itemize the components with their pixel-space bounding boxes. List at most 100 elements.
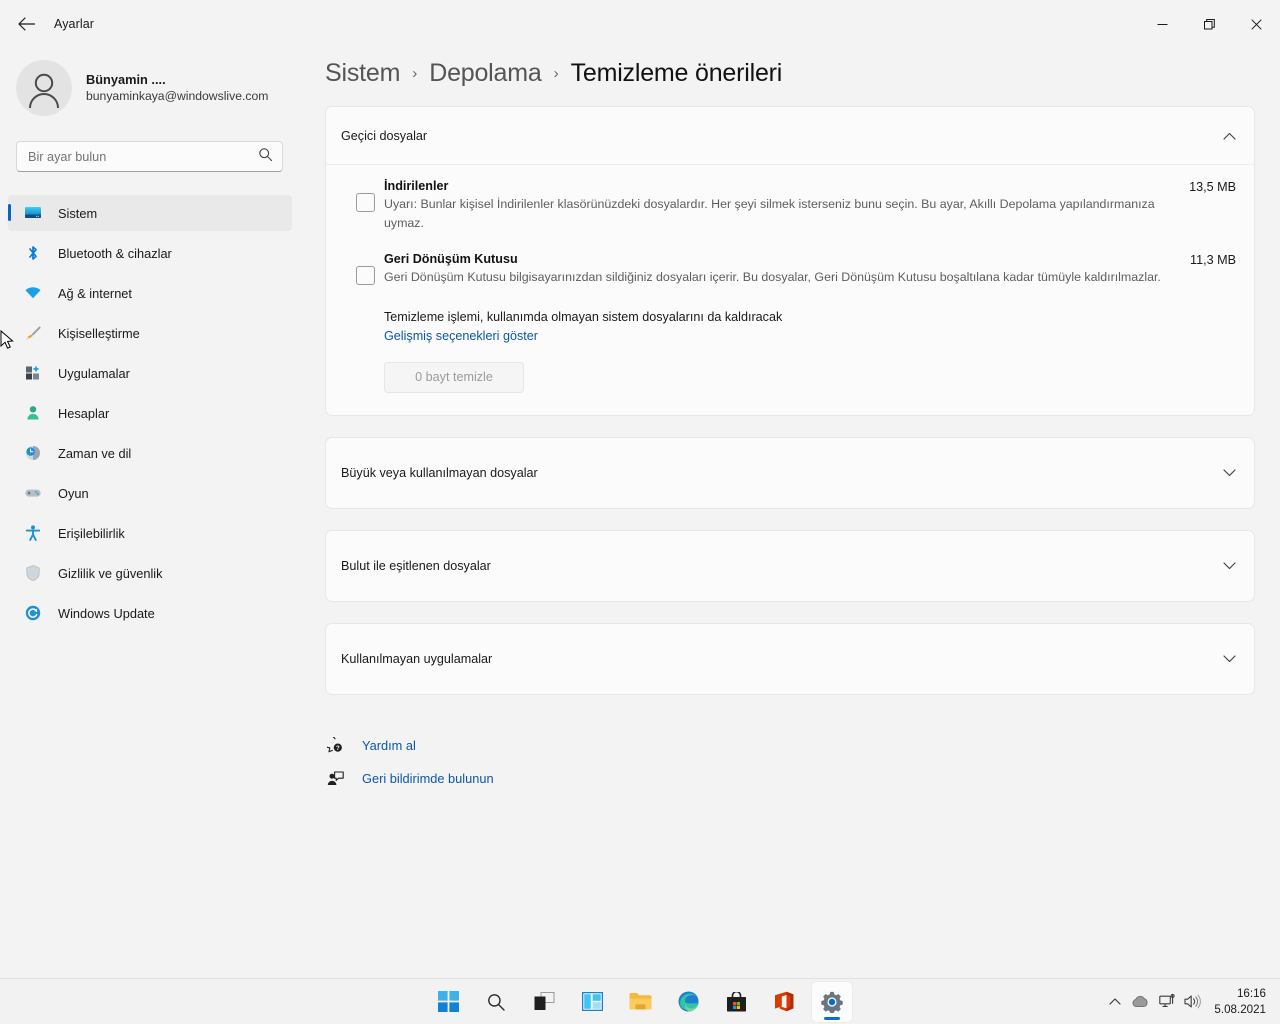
checkbox-indirilenler[interactable] — [356, 193, 375, 212]
settings-icon — [821, 991, 843, 1013]
unused-apps-card-header[interactable]: Kullanılmayan uygulamalar — [326, 624, 1254, 694]
sidebar-item-kisisellestirme[interactable]: Kişiselleştirme — [8, 315, 292, 351]
sidebar-item-bluetooth-cihazlar[interactable]: Bluetooth & cihazlar — [8, 235, 292, 271]
cleanup-item-name: İndirilenler — [384, 179, 449, 193]
main-content: Sistem › Depolama › Temizleme önerileri … — [300, 48, 1280, 978]
footer-link-label: Yardım al — [362, 737, 416, 753]
clock[interactable]: 16:16 5.08.2021 — [1214, 986, 1272, 1017]
large-unused-files-card-header[interactable]: Büyük veya kullanılmayan dosyalar — [326, 438, 1254, 508]
temp-files-card-header[interactable]: Geçici dosyalar — [326, 107, 1254, 164]
breadcrumb-item-depolama[interactable]: Depolama — [429, 59, 542, 88]
sidebar-item-label: Ağ & internet — [58, 285, 132, 301]
chevron-down-icon[interactable] — [1223, 561, 1236, 570]
sidebar-item-erisilebilirlik[interactable]: Erişilebilirlik — [8, 515, 292, 551]
sidebar-nav: Sistem Bluetooth & cihazlar Ağ & interne… — [0, 195, 300, 631]
close-icon — [1251, 18, 1262, 30]
file-explorer-icon — [629, 993, 651, 1010]
sidebar-item-windows-update[interactable]: Windows Update — [8, 595, 292, 631]
widgets-button[interactable] — [572, 982, 612, 1022]
sidebar-item-label: Gizlilik ve güvenlik — [58, 565, 163, 581]
cleanup-item-size: 11,3 MB — [1190, 252, 1236, 267]
accessibility-icon — [23, 523, 43, 543]
account-block[interactable]: Bünyamin .... bunyaminkaya@windowslive.c… — [0, 48, 300, 116]
sidebar-item-label: Uygulamalar — [58, 365, 130, 381]
sidebar-item-label: Sistem — [58, 205, 98, 221]
monitor-icon — [23, 203, 43, 223]
volume-icon — [1184, 994, 1202, 1009]
large-unused-files-card-title: Büyük veya kullanılmayan dosyalar — [341, 465, 538, 480]
search-area — [0, 116, 300, 172]
cleanup-note: Temizleme işlemi, kullanımda olmayan sis… — [384, 309, 783, 324]
sidebar-item-label: Zaman ve dil — [58, 445, 132, 461]
minimize-button[interactable] — [1139, 0, 1186, 48]
sidebar-item-zaman-ve-dil[interactable]: Zaman ve dil — [8, 435, 292, 471]
get-help-link[interactable]: ? Yardım al — [325, 729, 1280, 762]
onedrive-button[interactable] — [1128, 982, 1154, 1022]
gamepad-icon — [23, 483, 43, 503]
sidebar-item-hesaplar[interactable]: Hesaplar — [8, 395, 292, 431]
sidebar-item-label: Windows Update — [58, 605, 155, 621]
cleanup-item-size: 13,5 MB — [1189, 180, 1236, 194]
taskbar-search-button[interactable] — [476, 982, 516, 1022]
maximize-icon — [1204, 18, 1215, 29]
close-button[interactable] — [1233, 0, 1280, 48]
clock-date: 5.08.2021 — [1214, 1002, 1266, 1016]
onedrive-cloud-icon — [1132, 995, 1148, 1008]
sidebar-item-label: Kişiselleştirme — [58, 325, 140, 341]
maximize-button[interactable] — [1186, 0, 1233, 48]
page-title: Temizleme önerileri — [570, 59, 783, 87]
account-email: bunyaminkaya@windowslive.com — [86, 89, 269, 104]
bluetooth-icon — [23, 243, 43, 263]
network-button[interactable] — [1154, 982, 1180, 1022]
show-advanced-options-link[interactable]: Gelişmiş seçenekleri göster — [384, 329, 538, 343]
show-hidden-icons-icon — [1109, 998, 1122, 1005]
taskbar: 16:16 5.08.2021 — [0, 978, 1280, 1024]
chevron-up-icon[interactable] — [1223, 132, 1236, 140]
feedback-icon — [325, 770, 345, 787]
temp-files-card-title: Geçici dosyalar — [341, 128, 428, 143]
taskbar-icons — [428, 981, 852, 1022]
sidebar-item-oyun[interactable]: Oyun — [8, 475, 292, 511]
task-view-icon — [534, 992, 554, 1010]
cleanup-item-indirilenler: İndirilenler Uyarı: Bunlar kişisel İndir… — [326, 165, 1254, 233]
account-name: Bünyamin .... — [86, 72, 166, 88]
clean-button[interactable]: 0 bayt temizle — [384, 361, 524, 393]
edge-icon — [678, 991, 699, 1012]
back-button[interactable] — [8, 8, 44, 40]
microsoft-store-button[interactable] — [716, 982, 756, 1022]
temp-files-card: Geçici dosyalar İndirilenler Uyarı: Bunl… — [325, 106, 1255, 416]
apps-icon — [23, 363, 43, 383]
volume-button[interactable] — [1180, 982, 1206, 1022]
person-icon — [23, 403, 43, 423]
cloud-synced-files-card-header[interactable]: Bulut ile eşitlenen dosyalar — [326, 531, 1254, 601]
office-button[interactable] — [764, 982, 804, 1022]
wifi-icon — [23, 283, 43, 303]
footer-link-label: Geri bildirimde bulunun — [362, 770, 494, 786]
search-box[interactable] — [16, 141, 283, 172]
breadcrumb-item-sistem[interactable]: Sistem — [325, 59, 400, 88]
task-view-button[interactable] — [524, 982, 564, 1022]
unused-apps-card: Kullanılmayan uygulamalar — [325, 622, 1255, 695]
chevron-down-icon[interactable] — [1223, 468, 1236, 477]
network-icon — [1159, 994, 1175, 1007]
widgets-icon — [581, 992, 603, 1011]
file-explorer-button[interactable] — [620, 982, 660, 1022]
cleanup-item-description: Uyarı: Bunlar kişisel İndirilenler klasö… — [384, 197, 1155, 230]
show-hidden-icons-button[interactable] — [1102, 982, 1128, 1022]
search-input[interactable] — [17, 149, 232, 164]
sidebar-item-uygulamalar[interactable]: Uygulamalar — [8, 355, 292, 391]
sidebar-item-sistem[interactable]: Sistem — [8, 195, 292, 231]
sidebar-item-gizlilik-ve-guvenlik[interactable]: Gizlilik ve güvenlik — [8, 555, 292, 591]
title-bar: Ayarlar — [0, 0, 1280, 48]
give-feedback-link[interactable]: Geri bildirimde bulunun — [325, 762, 1280, 795]
cleanup-item-geri-donusum-kutusu: Geri Dönüşüm Kutusu Geri Dönüşüm Kutusu … — [326, 233, 1254, 287]
start-button[interactable] — [428, 982, 468, 1022]
sidebar-item-ag-internet[interactable]: Ağ & internet — [8, 275, 292, 311]
cleanup-item-description: Geri Dönüşüm Kutusu bilgisayarınızdan si… — [384, 269, 1161, 284]
checkbox-geri-donusum-kutusu[interactable] — [356, 265, 375, 285]
settings-button[interactable] — [812, 981, 852, 1022]
edge-button[interactable] — [668, 982, 708, 1022]
chevron-down-icon[interactable] — [1223, 654, 1236, 663]
sidebar-item-label: Oyun — [58, 485, 89, 501]
update-icon — [23, 603, 43, 623]
